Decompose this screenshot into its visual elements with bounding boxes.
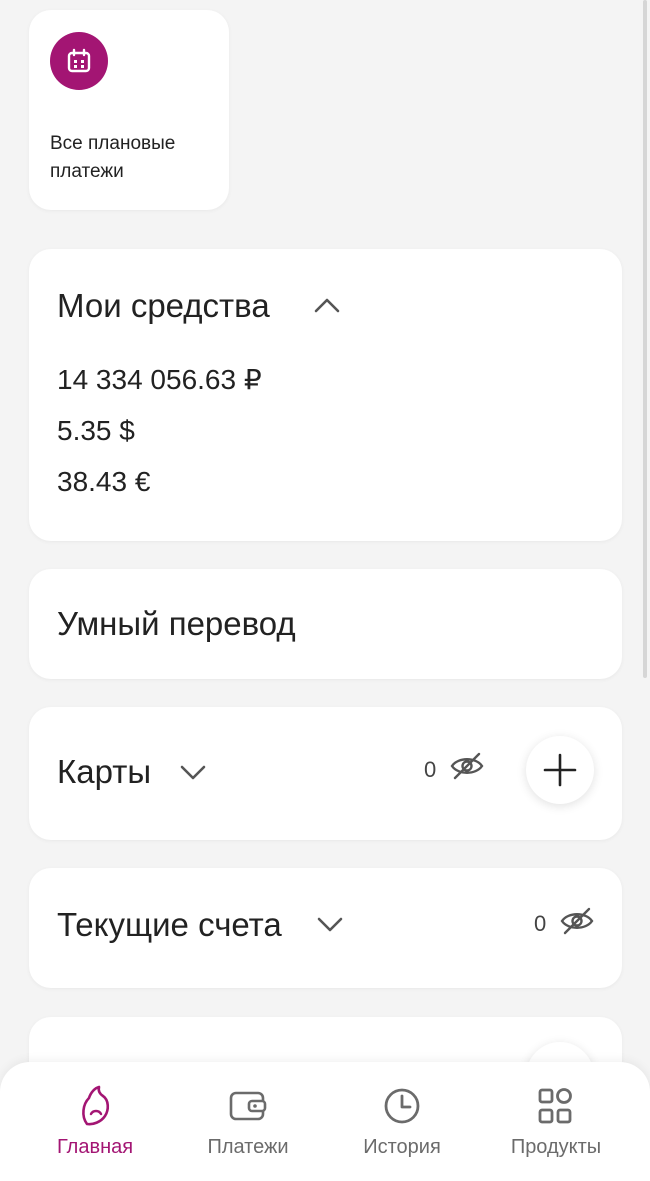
scrollbar[interactable] [643,0,647,678]
cards-title: Карты [57,753,152,790]
wallet-icon [229,1091,267,1121]
eye-off-icon[interactable] [449,751,485,781]
my-funds-title: Мои средства [57,287,270,324]
current-accounts-card[interactable]: Текущие счета 0 [29,868,622,988]
chevron-down-icon[interactable] [315,913,345,935]
cards-hidden-count: 0 [424,757,437,782]
calendar-icon [50,32,108,90]
bottom-navigation: Главная Платежи История Продукты [0,1062,650,1181]
balance-rub: 14 334 056.63 ₽ [57,364,262,395]
current-accounts-title: Текущие счета [57,906,282,943]
nav-item-home[interactable]: Главная [14,1062,176,1181]
nav-item-history[interactable]: История [321,1062,483,1181]
cards-card[interactable]: Карты 0 [29,707,622,840]
plus-icon [543,753,577,787]
my-funds-card[interactable]: Мои средства 14 334 056.63 ₽ 5.35 $ 38.4… [29,249,622,541]
nav-item-products[interactable]: Продукты [475,1062,637,1181]
nav-label-products: Продукты [510,1136,602,1158]
smart-transfer-card[interactable]: Умный перевод [29,569,622,679]
nav-label-history: История [363,1136,441,1158]
nav-label-payments: Платежи [207,1136,289,1158]
grid-icon [538,1088,572,1124]
nav-label-home: Главная [56,1136,134,1158]
smart-transfer-title: Умный перевод [57,605,296,642]
nav-item-payments[interactable]: Платежи [167,1062,329,1181]
chevron-down-icon[interactable] [178,761,208,783]
home-logo-icon [82,1085,110,1126]
scheduled-payments-label: Все плановые платежи [50,133,176,182]
chevron-up-icon[interactable] [312,294,342,316]
add-card-button[interactable] [526,736,594,804]
balance-usd: 5.35 $ [57,415,135,446]
main-screen: Все плановые платежи Мои средства 14 334… [0,0,650,1181]
clock-icon [384,1088,420,1124]
accounts-hidden-count: 0 [534,911,547,936]
eye-off-icon[interactable] [559,906,595,936]
scheduled-payments-tile[interactable]: Все плановые платежи [29,10,229,210]
balance-eur: 38.43 € [57,466,151,497]
